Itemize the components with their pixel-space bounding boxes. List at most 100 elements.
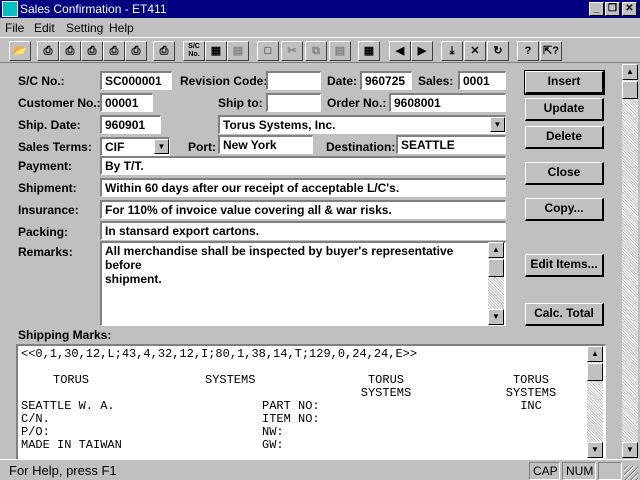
shipping-marks-scrollbar[interactable]: ▲ ▼ [587,346,603,458]
packing-label: Packing: [18,225,69,239]
status-help-text: For Help, press F1 [9,463,117,478]
shipping-marks-label: Shipping Marks: [18,328,112,342]
sc-no-button[interactable]: S/C No. [183,41,205,61]
revision-code-label: Revision Code: [180,74,268,88]
print-icon[interactable]: ⎙ [37,41,59,61]
printer-icon[interactable]: ⎙ [153,41,175,61]
revision-code-field[interactable] [266,71,321,90]
insert-button[interactable]: Insert [524,70,605,95]
customer-name-value: Torus Systems, Inc. [223,118,336,132]
new-document-icon[interactable]: □ [257,41,279,61]
sc-no-label: S/C No.: [18,74,65,88]
remarks-textarea[interactable]: All merchandise shall be inspected by bu… [100,241,506,326]
grid-icon[interactable]: ▦ [205,41,227,61]
app-icon[interactable] [2,1,18,17]
delete-button[interactable]: Delete [525,126,604,149]
sc-no-field[interactable]: SC000001 [100,71,172,90]
help-icon[interactable]: ? [517,41,539,61]
order-no-label: Order No.: [327,96,387,110]
download-icon[interactable]: ⤓ [441,41,463,61]
scroll-down-icon[interactable]: ▼ [622,442,638,458]
remarks-line-2: shipment. [105,272,162,286]
remarks-scrollbar[interactable]: ▲ ▼ [488,242,504,325]
stack-icon: ▤ [227,41,249,61]
edit-items-button[interactable]: Edit Items... [525,254,604,277]
print-list-icon[interactable]: ⎙ [125,41,147,61]
sales-label: Sales: [418,74,454,88]
update-button[interactable]: Update [525,98,604,121]
shipment-label: Shipment: [18,181,77,195]
customer-no-field[interactable]: 00001 [100,93,153,112]
customer-name-combo[interactable]: Torus Systems, Inc. ▼ [218,115,506,134]
sales-terms-combo[interactable]: CIF ▼ [100,137,170,156]
sales-terms-value: CIF [105,140,125,154]
print-preview-icon[interactable]: ⎙ [59,41,81,61]
payment-field[interactable]: By T/T. [100,156,506,175]
toolbar: 📂 ⎙ ⎙ ⎙ ⎙ ⎙ ⎙ S/C No. ▦ ▤ □ ✂ ⧉ ▤ ▦ ◀ ▶ … [0,37,640,63]
shipping-marks-column-2: SYSTEMS PART NO: ITEM NO: NW: GW: [205,373,320,452]
shipment-field[interactable]: Within 60 days after our receipt of acce… [100,178,506,197]
port-field[interactable]: New York [218,135,313,154]
status-panel-empty [598,462,622,480]
menu-help[interactable]: Help [109,21,134,35]
destination-field[interactable]: SEATTLE [396,135,506,154]
title-bar: Sales Confirmation - ET411 _ ❐ ✕ [0,0,640,18]
scroll-thumb[interactable] [488,259,504,277]
resize-grip-icon[interactable] [624,466,638,480]
cancel-icon[interactable]: ✕ [464,41,486,61]
menu-edit[interactable]: Edit [34,21,55,35]
scroll-up-icon[interactable]: ▲ [587,346,603,362]
previous-record-icon[interactable]: ◀ [389,41,411,61]
status-bar: For Help, press F1 CAP NUM [0,459,640,480]
context-help-icon[interactable]: ⇱? [540,41,562,61]
menu-file[interactable]: File [5,21,24,35]
print-page-icon[interactable]: ⎙ [81,41,103,61]
date-field[interactable]: 960725 [360,71,412,90]
menu-bar: File Edit Setting Help [0,18,640,37]
num-lock-indicator: NUM [562,462,596,480]
shipping-marks-column-4: TORUS SYSTEMS INC [505,373,557,413]
copy-button[interactable]: Copy... [525,198,604,221]
remarks-label: Remarks: [18,245,73,259]
chevron-down-icon[interactable]: ▼ [490,117,505,132]
payment-label: Payment: [18,159,73,173]
restore-button[interactable]: ❐ [605,2,620,16]
close-window-button[interactable]: ✕ [622,2,637,16]
shipping-marks-column-1: TORUS SEATTLE W. A. C/N. P/O: MADE IN TA… [21,373,122,452]
scroll-thumb[interactable] [587,363,603,381]
close-button[interactable]: Close [525,162,604,185]
copy-icon: ⧉ [305,41,327,61]
scroll-up-icon[interactable]: ▲ [622,64,638,80]
insurance-label: Insurance: [18,203,79,217]
remarks-line-1: All merchandise shall be inspected by bu… [105,244,454,272]
menu-setting[interactable]: Setting [66,21,103,35]
order-no-field[interactable]: 9608001 [389,93,506,112]
sales-terms-label: Sales Terms: [18,140,92,154]
scroll-down-icon[interactable]: ▼ [488,309,504,325]
caps-lock-indicator: CAP [529,462,560,480]
next-record-icon[interactable]: ▶ [411,41,433,61]
open-folder-icon[interactable]: 📂 [9,41,31,61]
ship-date-label: Ship. Date: [18,118,81,132]
port-label: Port: [188,140,216,154]
ship-date-field[interactable]: 960901 [100,115,161,134]
print-setup-icon[interactable]: ⎙ [103,41,125,61]
ship-to-field[interactable] [266,93,321,112]
scroll-up-icon[interactable]: ▲ [488,242,504,258]
scroll-thumb[interactable] [622,81,638,99]
calc-total-button[interactable]: Calc. Total [525,303,604,326]
destination-label: Destination: [326,140,396,154]
chevron-down-icon[interactable]: ▼ [154,139,169,154]
insurance-field[interactable]: For 110% of invoice value covering all &… [100,200,506,219]
calculator-icon[interactable]: ▦ [358,41,380,61]
shipping-marks-textarea[interactable]: <<0,1,30,12,L;43,4,32,12,I;80,1,38,14,T;… [16,344,606,460]
packing-field[interactable]: In stansard export cartons. [100,221,506,240]
minimize-button[interactable]: _ [589,2,604,16]
sales-field[interactable]: 0001 [458,71,506,90]
main-scrollbar[interactable]: ▲ ▼ [622,64,638,458]
refresh-icon[interactable]: ↻ [487,41,509,61]
scroll-down-icon[interactable]: ▼ [587,442,603,458]
shipping-marks-column-3: TORUS SYSTEMS [360,373,412,400]
window-title: Sales Confirmation - ET411 [20,2,167,16]
customer-no-label: Customer No.: [18,96,101,110]
